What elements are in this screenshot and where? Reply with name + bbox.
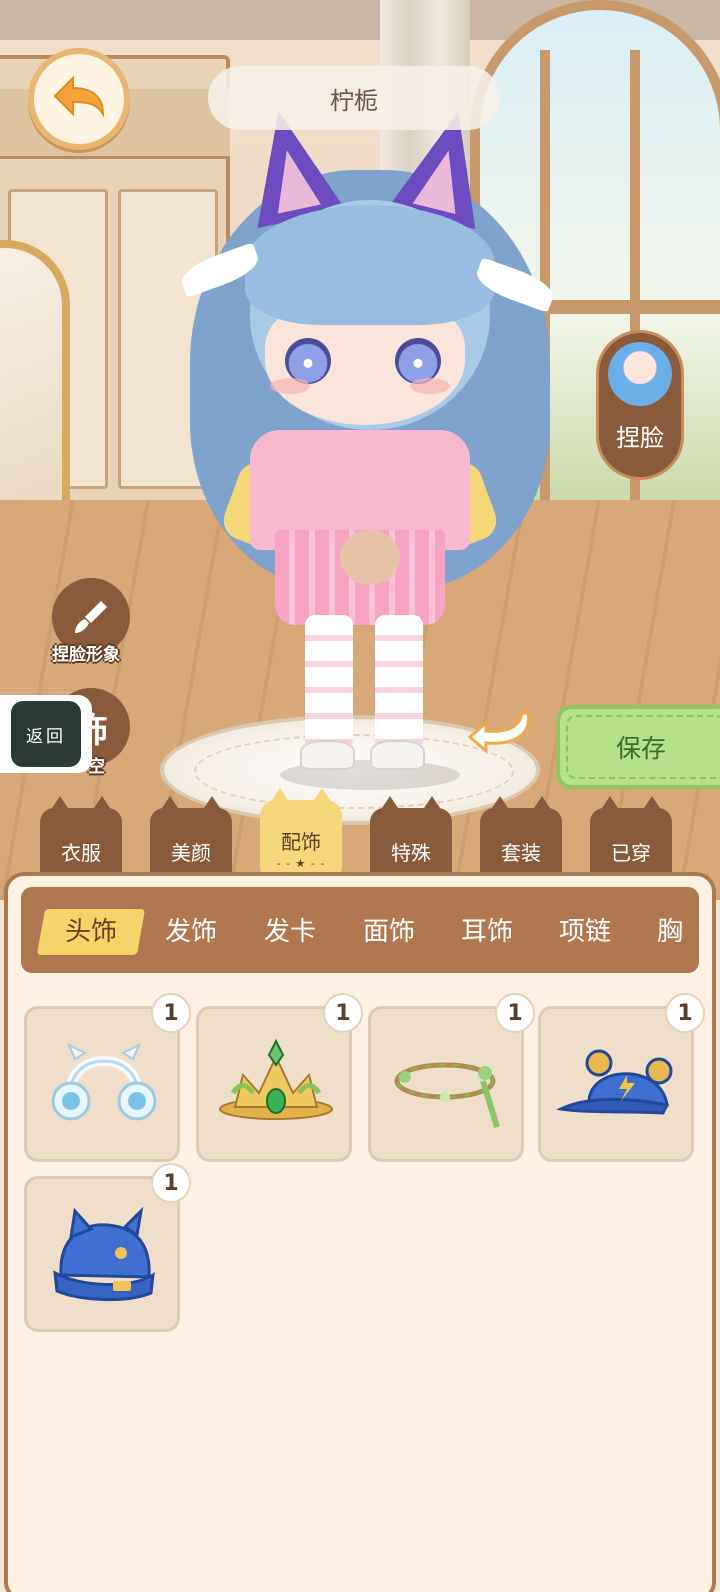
- face-avatar-icon: [608, 342, 672, 406]
- subtab-headwear[interactable]: 头饰: [65, 911, 117, 948]
- item-card[interactable]: 1: [368, 993, 535, 1162]
- face-edit-label: 捏脸: [616, 424, 664, 452]
- item-count-badge: 1: [495, 993, 535, 1033]
- tab-stars: - - ★ - -: [276, 857, 326, 870]
- subtab-face-accessory[interactable]: 面饰: [363, 911, 415, 948]
- item-card[interactable]: 1: [538, 993, 705, 1162]
- pinch-image-label: 捏脸形象: [52, 645, 120, 665]
- bear-bag: [340, 530, 400, 585]
- tab-outfits[interactable]: 套装: [480, 796, 562, 880]
- back-arrow-icon: [53, 75, 105, 118]
- subtab-necklace[interactable]: 项链: [559, 911, 611, 948]
- tab-label: 美颜: [171, 840, 211, 865]
- rotate-arrow-icon[interactable]: [466, 705, 536, 755]
- item-card[interactable]: 1: [24, 1163, 191, 1332]
- brush-icon: [75, 601, 107, 633]
- tab-label: 套装: [501, 840, 541, 865]
- subtab-chest[interactable]: 胸: [657, 911, 683, 948]
- earmuffs-icon: [51, 1042, 157, 1121]
- face-edit-button[interactable]: 捏脸: [596, 330, 684, 480]
- subtab-hairclip[interactable]: 发卡: [264, 911, 316, 948]
- golden-crown-icon: [219, 1038, 333, 1120]
- item-count-badge: 1: [323, 993, 363, 1033]
- tab-label: 已穿: [611, 840, 651, 865]
- blue-cat-beanie-icon: [53, 1206, 155, 1301]
- character-avatar[interactable]: [177, 100, 558, 800]
- tab-label: 衣服: [61, 840, 101, 865]
- subtab-earrings[interactable]: 耳饰: [461, 911, 513, 948]
- tab-label: 特殊: [391, 840, 431, 865]
- back-button[interactable]: [28, 48, 130, 150]
- return-label: 返回: [11, 701, 81, 767]
- tab-beauty[interactable]: 美颜: [150, 796, 232, 880]
- subcategory-bar[interactable]: 头饰 发饰 发卡 面饰 耳饰 项链 胸: [18, 884, 702, 976]
- subtab-hair-accessory[interactable]: 发饰: [165, 911, 217, 948]
- character-name: 柠栀: [208, 66, 500, 130]
- vine-wreath-icon: [394, 1062, 500, 1128]
- item-card[interactable]: 1: [24, 993, 191, 1162]
- item-count-badge: 1: [665, 993, 705, 1033]
- return-button[interactable]: 返回: [0, 695, 92, 773]
- save-button[interactable]: 保存: [556, 705, 720, 789]
- item-card[interactable]: 1: [196, 993, 363, 1162]
- tab-worn[interactable]: 已穿: [590, 796, 672, 880]
- tab-special[interactable]: 特殊: [370, 796, 452, 880]
- blue-bear-cap-icon: [556, 1049, 673, 1115]
- item-count-badge: 1: [151, 993, 191, 1033]
- tab-label: 配饰: [281, 830, 321, 854]
- tab-clothes[interactable]: 衣服: [40, 796, 122, 880]
- item-panel: 头饰 发饰 发卡 面饰 耳饰 项链 胸 1 1 1 1 1: [4, 872, 716, 1592]
- item-count-badge: 1: [151, 1163, 191, 1203]
